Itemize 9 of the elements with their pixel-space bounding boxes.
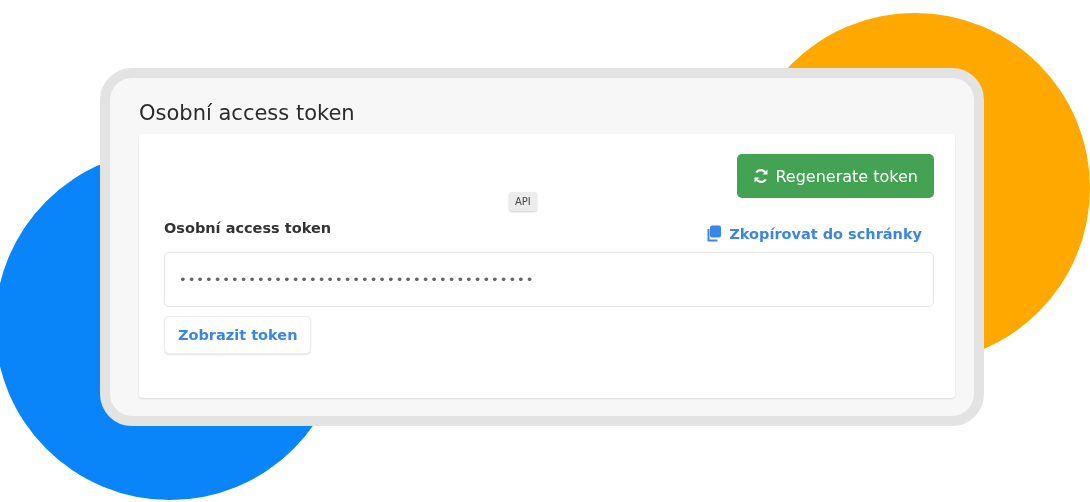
tooltip: API xyxy=(509,192,537,211)
token-input[interactable]: ••••••••••••••••••••••••••••••••••••••••• xyxy=(164,252,934,307)
refresh-icon xyxy=(753,168,770,184)
copy-link[interactable]: Zkopírovat do schránky xyxy=(705,225,922,242)
copy-icon xyxy=(705,225,723,242)
regenerate-button[interactable]: Regenerate token xyxy=(737,154,934,198)
show-token-button[interactable]: Zobrazit token xyxy=(164,316,312,354)
panel-title: Osobní access token xyxy=(139,100,355,126)
field-label: Osobní access token xyxy=(164,220,332,236)
